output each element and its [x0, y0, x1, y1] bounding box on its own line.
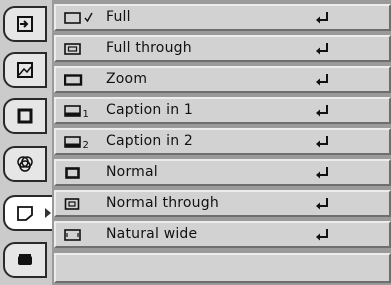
- screen-shape-icon: [17, 206, 33, 221]
- caption2-icon: 2: [64, 136, 89, 149]
- enter-icon: [316, 136, 328, 148]
- check-icon: [84, 12, 93, 23]
- sidebar: [0, 0, 53, 285]
- normal-icon: [65, 167, 80, 179]
- svg-text:2: 2: [83, 140, 89, 149]
- menu-item-normal[interactable]: Normal: [54, 159, 391, 186]
- menu-item-caption-in-2[interactable]: 2 Caption in 2: [54, 128, 391, 155]
- tab-setting[interactable]: [3, 242, 47, 278]
- menu-item-caption-in-1[interactable]: 1 Caption in 1: [54, 97, 391, 124]
- natural-wide-icon: [64, 229, 81, 241]
- enter-icon: [316, 74, 328, 86]
- screen-menu-panel: Full Full through Zoom 1 Caption in 1 2 …: [52, 0, 391, 285]
- tab-input[interactable]: [3, 6, 47, 42]
- menu-item-label: Caption in 1: [106, 102, 194, 118]
- menu-empty-row: [54, 253, 391, 283]
- tab-screen[interactable]: [3, 195, 53, 231]
- menu-item-label: Full through: [106, 40, 192, 56]
- svg-text:1: 1: [83, 109, 89, 118]
- enter-icon: [316, 198, 328, 210]
- menu-item-zoom[interactable]: Zoom: [54, 66, 391, 93]
- enter-icon: [316, 229, 328, 241]
- active-tab-arrow-icon: [45, 208, 51, 218]
- enter-icon: [316, 105, 328, 117]
- tab-image-adjust[interactable]: [3, 98, 47, 134]
- caption1-icon: 1: [64, 105, 89, 118]
- menu-item-normal-through[interactable]: Normal through: [54, 190, 391, 217]
- image-icon: [17, 62, 33, 78]
- normal-through-icon: [64, 198, 80, 210]
- enter-icon: [316, 167, 328, 179]
- full-through-icon: [64, 43, 81, 55]
- menu-item-label: Natural wide: [106, 226, 198, 242]
- screen-icon: [17, 108, 33, 124]
- enter-icon: [316, 43, 328, 55]
- tab-image-select[interactable]: [3, 52, 47, 88]
- tab-color[interactable]: [3, 146, 47, 182]
- menu-item-full[interactable]: Full: [54, 4, 391, 31]
- menu-item-label: Caption in 2: [106, 133, 194, 149]
- projector-icon: [18, 254, 32, 265]
- menu-item-label: Zoom: [106, 71, 148, 87]
- full-icon: [64, 12, 93, 24]
- enter-icon: [316, 12, 328, 24]
- menu-item-full-through[interactable]: Full through: [54, 35, 391, 62]
- menu-item-label: Full: [106, 9, 131, 25]
- menu-item-label: Normal through: [106, 195, 219, 211]
- input-icon: [17, 16, 33, 32]
- zoom-icon: [64, 74, 83, 86]
- menu-item-natural-wide[interactable]: Natural wide: [54, 221, 391, 248]
- color-icon: [17, 156, 33, 172]
- menu-item-label: Normal: [106, 164, 158, 180]
